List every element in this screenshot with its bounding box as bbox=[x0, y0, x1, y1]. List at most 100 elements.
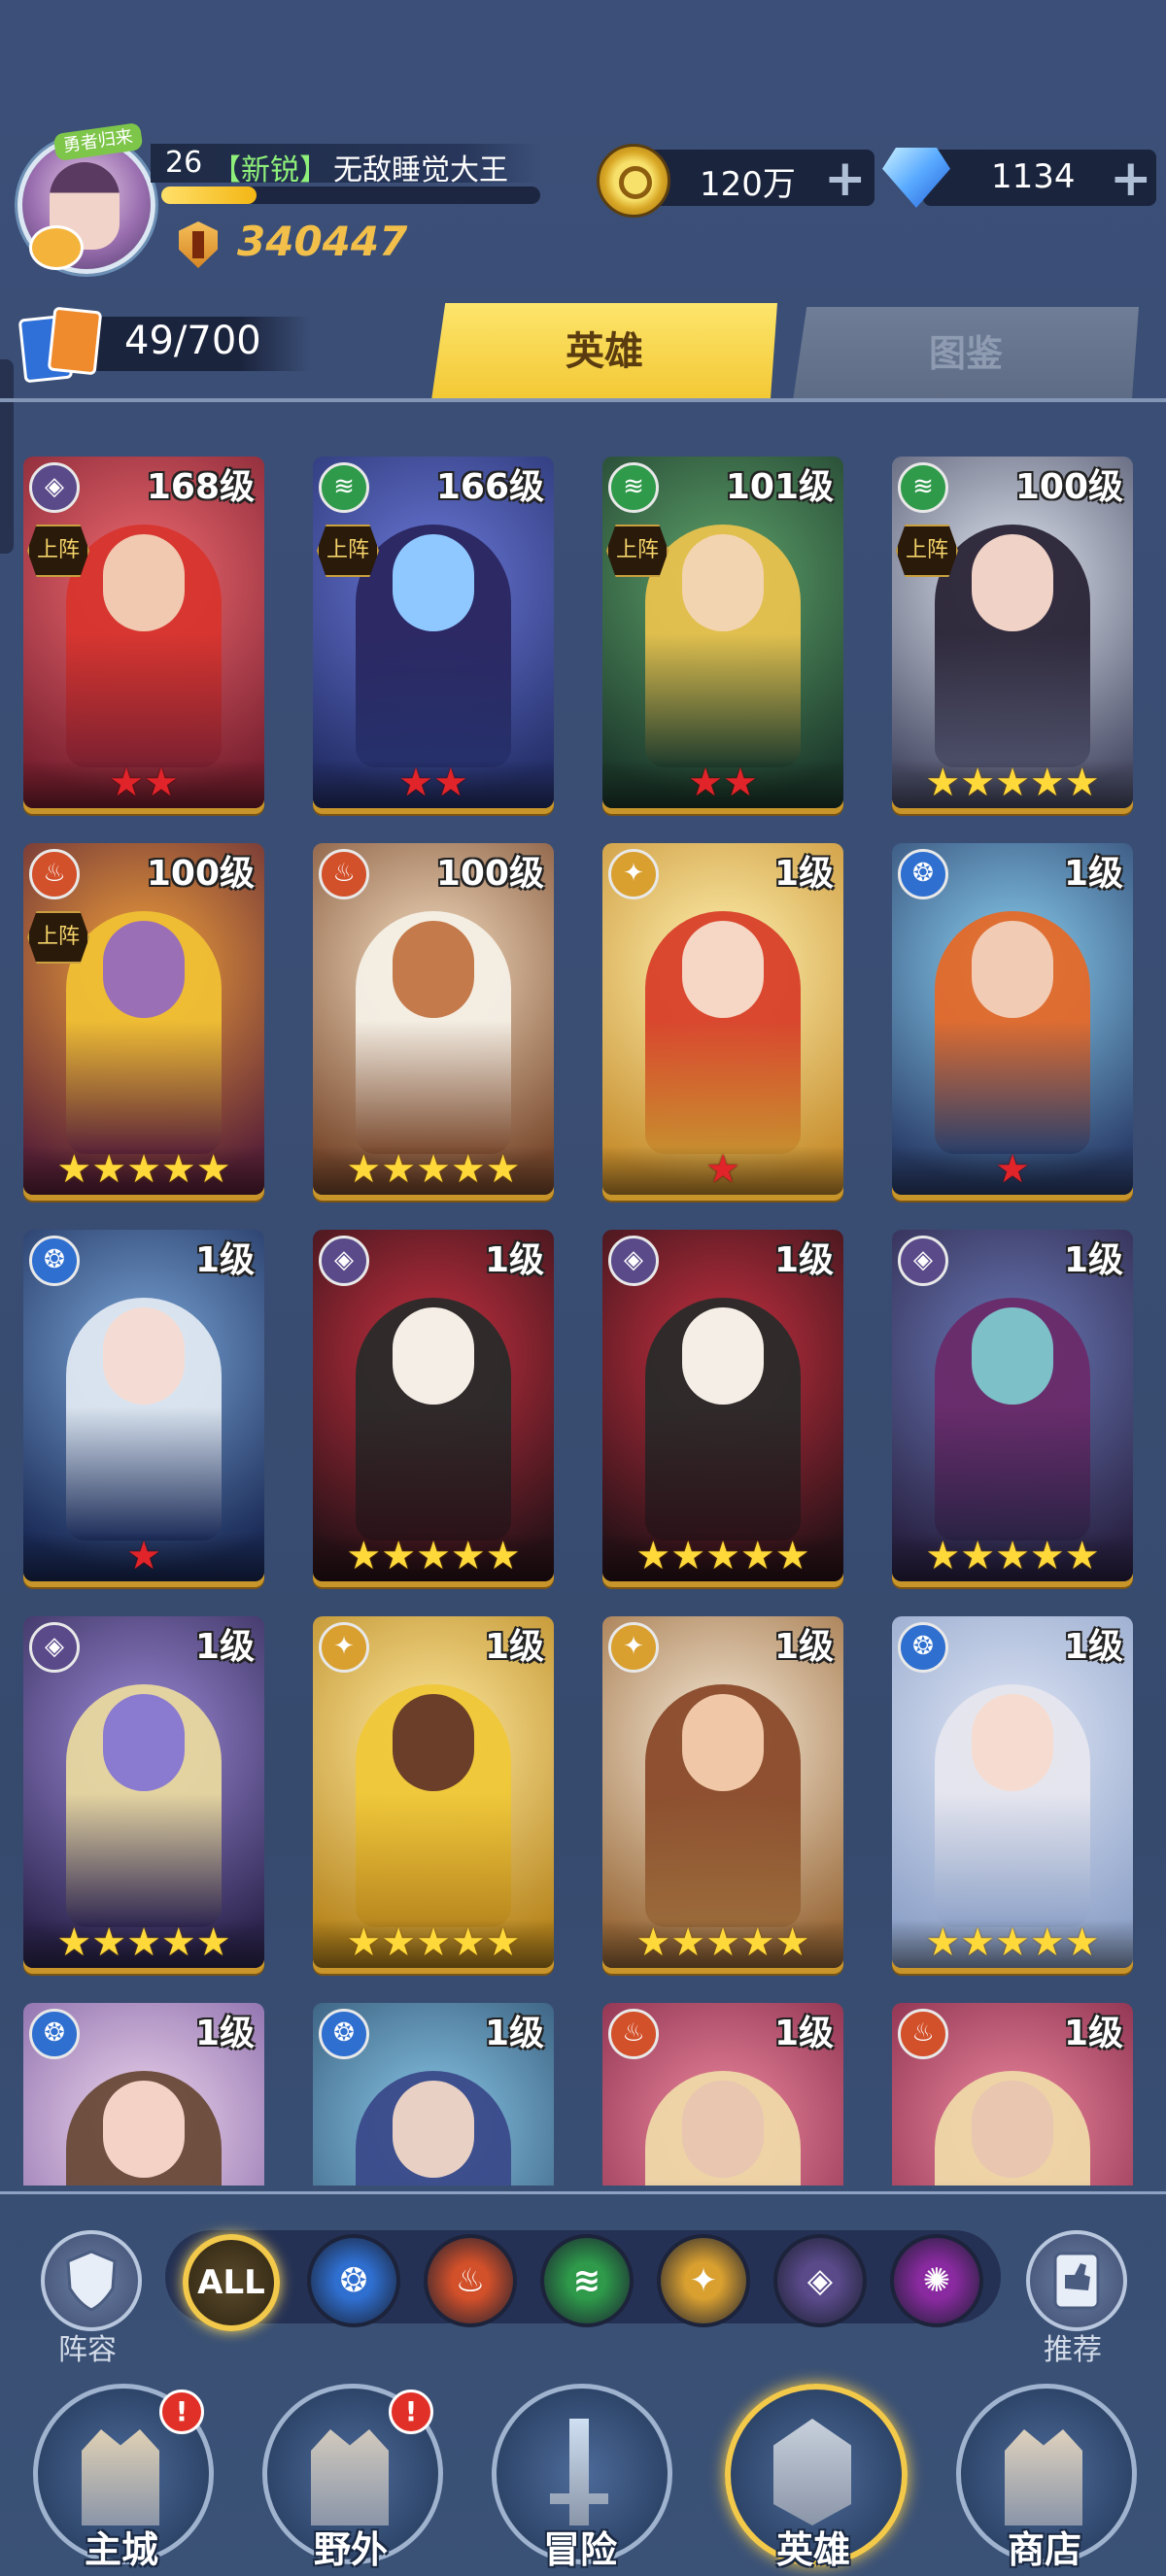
star-icon: ★ bbox=[381, 1534, 417, 1578]
star-icon: ★ bbox=[416, 1920, 451, 1965]
star-icon: ★ bbox=[346, 1534, 382, 1578]
deployed-badge: 上阵 bbox=[317, 525, 379, 577]
star-icon: ★ bbox=[195, 1920, 231, 1965]
alert-badge: ! bbox=[159, 2390, 204, 2434]
filter-divider bbox=[0, 2191, 1166, 2194]
deployed-badge: 上阵 bbox=[606, 525, 669, 577]
nav-portal[interactable]: 野外! bbox=[262, 2384, 443, 2571]
hero-level: 1级 bbox=[773, 1240, 834, 1280]
hero-card[interactable]: ≋ 101级 上阵 ★★ bbox=[602, 457, 843, 808]
element-water-icon: ❂ bbox=[319, 2009, 369, 2059]
star-icon: ★ bbox=[995, 1534, 1030, 1578]
hero-card[interactable]: ✦ 1级 ★★★★★ bbox=[602, 1616, 843, 1968]
hero-card[interactable]: ≋ 100级 上阵 ★★★★★ bbox=[892, 457, 1133, 808]
nav-sword[interactable]: 冒险 bbox=[492, 2384, 672, 2571]
hero-card[interactable]: ♨ 100级 ★★★★★ bbox=[313, 843, 554, 1195]
filter-dark-button[interactable]: ◈ bbox=[773, 2234, 867, 2327]
nav-label: 野外 bbox=[313, 2528, 388, 2571]
star-icon: ★ bbox=[774, 1534, 810, 1578]
star-icon: ★ bbox=[381, 1920, 417, 1965]
element-dark-icon: ◈ bbox=[29, 462, 80, 513]
nav-knight-helmet[interactable]: 英雄 bbox=[725, 2384, 908, 2571]
star-icon: ★ bbox=[1029, 1920, 1065, 1965]
hero-card[interactable]: ❂ 1级 ★ bbox=[23, 1230, 264, 1581]
hero-card[interactable]: ◈ 168级 上阵 ★★ bbox=[23, 457, 264, 808]
star-icon: ★ bbox=[126, 1534, 161, 1578]
hero-card[interactable]: ♨ 1级 bbox=[892, 2003, 1133, 2186]
hero-level: 1级 bbox=[194, 1240, 255, 1280]
filter-light-button[interactable]: ✦ bbox=[657, 2234, 750, 2327]
lineup-button[interactable] bbox=[41, 2230, 142, 2331]
shield-icon bbox=[66, 2250, 117, 2312]
element-water-icon: ❂ bbox=[898, 1622, 948, 1673]
hero-face bbox=[972, 534, 1053, 631]
star-rating: ★★★★★ bbox=[23, 1919, 264, 1968]
hero-card[interactable]: ◈ 1级 ★★★★★ bbox=[313, 1230, 554, 1581]
element-water-icon: ❂ bbox=[29, 2009, 80, 2059]
hero-card[interactable]: ❂ 1级 bbox=[23, 2003, 264, 2186]
hero-card[interactable]: ◈ 1级 ★★★★★ bbox=[23, 1616, 264, 1968]
hero-face bbox=[972, 1694, 1053, 1791]
star-rating: ★★ bbox=[313, 760, 554, 808]
filter-fire-button[interactable]: ♨ bbox=[424, 2234, 517, 2327]
hero-level: 100级 bbox=[146, 854, 255, 894]
hero-level: 100级 bbox=[1014, 467, 1123, 507]
nav-shop[interactable]: 商店 bbox=[956, 2384, 1137, 2571]
element-light-icon: ✦ bbox=[608, 1622, 659, 1673]
element-light-icon: ✦ bbox=[608, 849, 659, 899]
hero-face bbox=[393, 921, 474, 1018]
star-icon: ★ bbox=[195, 1147, 231, 1192]
star-icon: ★ bbox=[91, 1920, 127, 1965]
hero-card[interactable]: ❂ 1级 ★★★★★ bbox=[892, 1616, 1133, 1968]
element-fire-icon: ♨ bbox=[608, 2009, 659, 2059]
star-rating: ★ bbox=[892, 1146, 1133, 1195]
star-rating: ★★★★★ bbox=[892, 760, 1133, 808]
hero-face bbox=[972, 1307, 1053, 1405]
tab-codex[interactable]: 图鉴 bbox=[793, 307, 1139, 400]
star-icon: ★ bbox=[346, 1920, 382, 1965]
player-level: 26 bbox=[165, 146, 203, 180]
hero-face bbox=[682, 1307, 764, 1405]
star-icon: ★ bbox=[1064, 1534, 1100, 1578]
gold-add-button[interactable]: + bbox=[824, 153, 867, 204]
star-icon: ★ bbox=[1029, 761, 1065, 805]
hero-face bbox=[682, 2081, 764, 2178]
star-icon: ★ bbox=[705, 1920, 740, 1965]
hero-level: 1级 bbox=[1063, 2014, 1123, 2053]
star-rating: ★ bbox=[602, 1146, 843, 1195]
tab-divider bbox=[0, 398, 1166, 402]
filter-wind-button[interactable]: ≋ bbox=[540, 2234, 634, 2327]
filter-water-button[interactable]: ❂ bbox=[307, 2234, 400, 2327]
hero-card[interactable]: ♨ 100级 上阵 ★★★★★ bbox=[23, 843, 264, 1195]
element-fire-icon: ♨ bbox=[898, 2009, 948, 2059]
hero-face bbox=[103, 1694, 185, 1791]
hero-card[interactable]: ✦ 1级 ★ bbox=[602, 843, 843, 1195]
element-water-icon: ❂ bbox=[29, 1236, 80, 1286]
recommend-button[interactable] bbox=[1026, 2230, 1127, 2331]
element-light-icon: ✦ bbox=[319, 1622, 369, 1673]
hero-level: 1级 bbox=[1063, 1240, 1123, 1280]
star-icon: ★ bbox=[995, 1920, 1030, 1965]
hero-card[interactable]: ◈ 1级 ★★★★★ bbox=[602, 1230, 843, 1581]
star-icon: ★ bbox=[995, 761, 1030, 805]
hero-card[interactable]: ❂ 1级 bbox=[313, 2003, 554, 2186]
star-icon: ★ bbox=[705, 1147, 740, 1192]
xp-bar-fill bbox=[161, 186, 257, 204]
filter-arcane-button[interactable]: ✺ bbox=[890, 2234, 983, 2327]
element-wind-icon: ≋ bbox=[608, 462, 659, 513]
hero-level: 1级 bbox=[484, 2014, 544, 2053]
nav-castle[interactable]: 主城! bbox=[33, 2384, 214, 2571]
hero-card[interactable]: ◈ 1级 ★★★★★ bbox=[892, 1230, 1133, 1581]
gem-add-button[interactable]: + bbox=[1110, 153, 1152, 204]
star-icon: ★ bbox=[398, 761, 433, 805]
hero-card[interactable]: ✦ 1级 ★★★★★ bbox=[313, 1616, 554, 1968]
star-icon: ★ bbox=[960, 761, 996, 805]
hero-card[interactable]: ♨ 1级 bbox=[602, 2003, 843, 2186]
star-rating: ★★★★★ bbox=[23, 1146, 264, 1195]
star-icon: ★ bbox=[635, 1920, 671, 1965]
hero-card[interactable]: ≋ 166级 上阵 ★★ bbox=[313, 457, 554, 808]
hero-card[interactable]: ❂ 1级 ★ bbox=[892, 843, 1133, 1195]
tab-heroes[interactable]: 英雄 bbox=[431, 303, 777, 400]
filter-all-button[interactable]: ALL bbox=[183, 2234, 280, 2331]
star-rating: ★★★★★ bbox=[602, 1919, 843, 1968]
